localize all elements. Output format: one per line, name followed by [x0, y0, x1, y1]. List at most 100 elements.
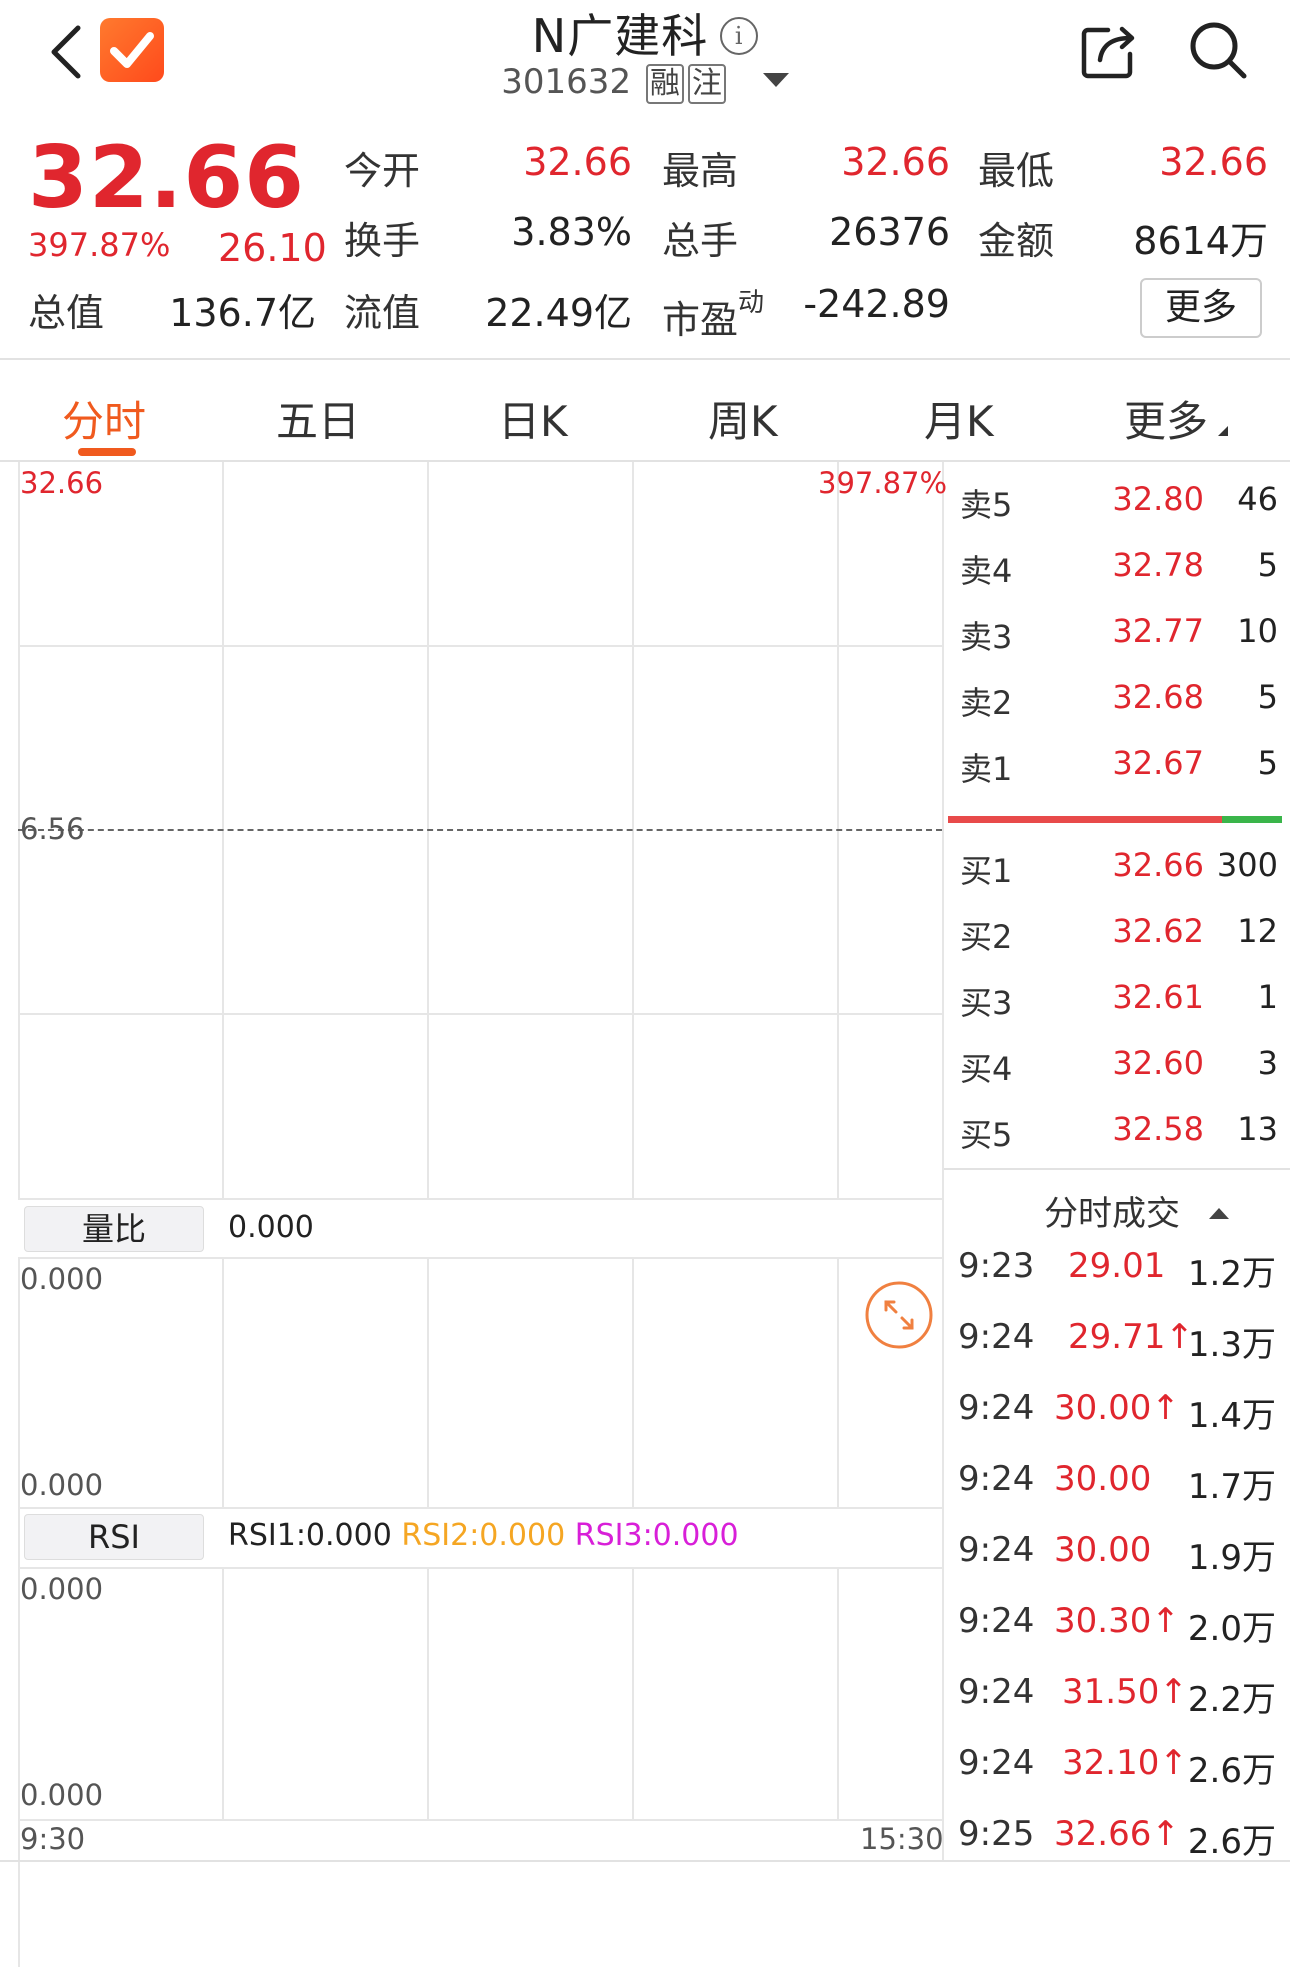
pe-label: 市盈动 [662, 288, 765, 342]
ask-price: 32.80 [1112, 480, 1204, 518]
grid-line [837, 1567, 839, 1819]
ask-label: 卖4 [960, 552, 1013, 590]
trade-volume: 1.7万 [1187, 1467, 1276, 1507]
intraday-chart-area[interactable]: 32.66 397.87% 6.56 量比 0.000 0.000 0.000 … [0, 462, 947, 1967]
trade-volume: 1.4万 [1187, 1396, 1276, 1436]
margin-tag: 融 [645, 64, 684, 104]
more-details-button[interactable]: 更多 [1140, 278, 1262, 338]
share-icon[interactable] [1078, 20, 1140, 82]
mktcap-value: 136.7亿 [169, 291, 316, 335]
more-triangle-icon [1218, 426, 1229, 436]
trade-price: 32.10↑ [1062, 1743, 1188, 1783]
volume-axis-top: 0.000 [20, 1262, 104, 1296]
trade-row: 9:24 29.71↑ 1.3万 [944, 1317, 1290, 1373]
ask-row[interactable]: 卖4 32.78 5 [944, 546, 1290, 596]
ask-volume: 46 [1237, 480, 1278, 518]
amount-label: 金额 [978, 219, 1055, 263]
trade-time: 9:25 [958, 1814, 1035, 1854]
bid-ratio-fill [948, 816, 1222, 823]
tab-more-label: 更多 [1124, 397, 1209, 446]
ask-ratio-fill [1222, 816, 1282, 823]
trade-row: 9:23 29.01 1.2万 [944, 1246, 1290, 1302]
dropdown-caret-icon[interactable] [762, 73, 789, 87]
trade-time: 9:24 [958, 1672, 1035, 1712]
trade-row: 9:24 30.00 1.9万 [944, 1530, 1290, 1586]
tab-five-day[interactable]: 五日 [276, 388, 360, 449]
ask-volume: 5 [1257, 678, 1278, 716]
tab-daily-k[interactable]: 日K [498, 388, 568, 449]
open-value: 32.66 [523, 140, 632, 184]
volume-ratio-button[interactable]: 量比 [24, 1206, 204, 1252]
volume-axis-bottom: 0.000 [20, 1468, 104, 1502]
bid-row[interactable]: 买3 32.61 1 [944, 978, 1290, 1028]
trade-volume: 2.6万 [1187, 1822, 1276, 1862]
ask-row[interactable]: 卖3 32.77 10 [944, 612, 1290, 662]
open-label: 今开 [344, 149, 421, 193]
ask-label: 卖1 [960, 750, 1013, 788]
expand-arrows-icon[interactable] [864, 1280, 934, 1350]
registration-tag: 注 [687, 64, 726, 104]
trade-time: 9:23 [958, 1246, 1035, 1286]
trade-price: 30.30↑ [1054, 1601, 1180, 1641]
trade-price: 29.71↑ [1068, 1317, 1194, 1357]
trade-row: 9:24 31.50↑ 2.2万 [944, 1672, 1290, 1728]
trade-price: 29.01 [1068, 1246, 1166, 1286]
grid-line [18, 1507, 942, 1509]
bid-volume: 12 [1237, 912, 1278, 950]
ask-volume: 5 [1257, 546, 1278, 584]
rsi3-value: RSI3:0.000 [574, 1518, 739, 1553]
trade-volume: 2.2万 [1187, 1680, 1276, 1720]
bid-ask-ratio-bar [948, 816, 1282, 823]
bid-volume: 13 [1237, 1110, 1278, 1148]
ask-row[interactable]: 卖1 32.67 5 [944, 744, 1290, 794]
bid-price: 32.62 [1112, 912, 1204, 950]
turnover-label: 换手 [344, 219, 421, 263]
bid-price: 32.58 [1112, 1110, 1204, 1148]
trade-volume: 1.9万 [1187, 1538, 1276, 1578]
trade-volume: 2.0万 [1187, 1609, 1276, 1649]
trade-time: 9:24 [958, 1530, 1035, 1570]
ask-volume: 5 [1257, 744, 1278, 782]
mktcap-label: 总值 [28, 291, 105, 335]
stock-name: N广建科 [531, 9, 709, 63]
tab-monthly-k[interactable]: 月K [924, 388, 994, 449]
grid-line [18, 1567, 942, 1569]
trade-volume: 1.2万 [1187, 1254, 1276, 1294]
sort-up-icon [1208, 1208, 1229, 1219]
ask-row[interactable]: 卖5 32.80 46 [944, 480, 1290, 530]
grid-line [632, 1257, 634, 1507]
ask-row[interactable]: 卖2 32.68 5 [944, 678, 1290, 728]
bid-row[interactable]: 买1 32.66 300 [944, 846, 1290, 896]
price-axis-top: 32.66 [20, 466, 104, 500]
ask-label: 卖3 [960, 618, 1013, 656]
tab-more[interactable]: 更多 [1124, 388, 1229, 449]
ask-price: 32.77 [1112, 612, 1204, 650]
bid-label: 买4 [960, 1050, 1013, 1088]
trades-header-label: 分时成交 [1044, 1194, 1180, 1234]
rsi-axis-top: 0.000 [20, 1572, 104, 1606]
trade-time: 9:24 [958, 1601, 1035, 1641]
grid-line [632, 1567, 634, 1819]
bid-label: 买2 [960, 918, 1013, 956]
search-icon[interactable] [1186, 18, 1250, 82]
grid-line [18, 1819, 942, 1821]
float-value: 22.49亿 [485, 291, 632, 335]
bid-volume: 300 [1216, 846, 1278, 884]
rsi-values: RSI1:0.000 RSI2:0.000 RSI3:0.000 [228, 1518, 739, 1553]
prev-close-line [18, 829, 942, 831]
period-tabs: 分时 五日 日K 周K 月K 更多 [0, 360, 1290, 460]
info-icon[interactable]: i [720, 17, 759, 55]
quote-panel: 32.66 397.87% 26.10 今开 32.66 最高 32.66 最低… [0, 118, 1290, 358]
tab-weekly-k[interactable]: 周K [708, 388, 778, 449]
rsi-button[interactable]: RSI [24, 1514, 204, 1560]
bid-price: 32.66 [1112, 846, 1204, 884]
high-label: 最高 [662, 149, 739, 193]
bid-row[interactable]: 买2 32.62 12 [944, 912, 1290, 962]
tab-intraday[interactable]: 分时 [62, 388, 146, 449]
trade-price: 30.00 [1054, 1459, 1152, 1499]
trades-header[interactable]: 分时成交 [1044, 1186, 1229, 1235]
bid-row[interactable]: 买4 32.60 3 [944, 1044, 1290, 1094]
bid-row[interactable]: 买5 32.58 13 [944, 1110, 1290, 1160]
grid-line [18, 1198, 942, 1200]
trade-price: 30.00↑ [1054, 1388, 1180, 1428]
